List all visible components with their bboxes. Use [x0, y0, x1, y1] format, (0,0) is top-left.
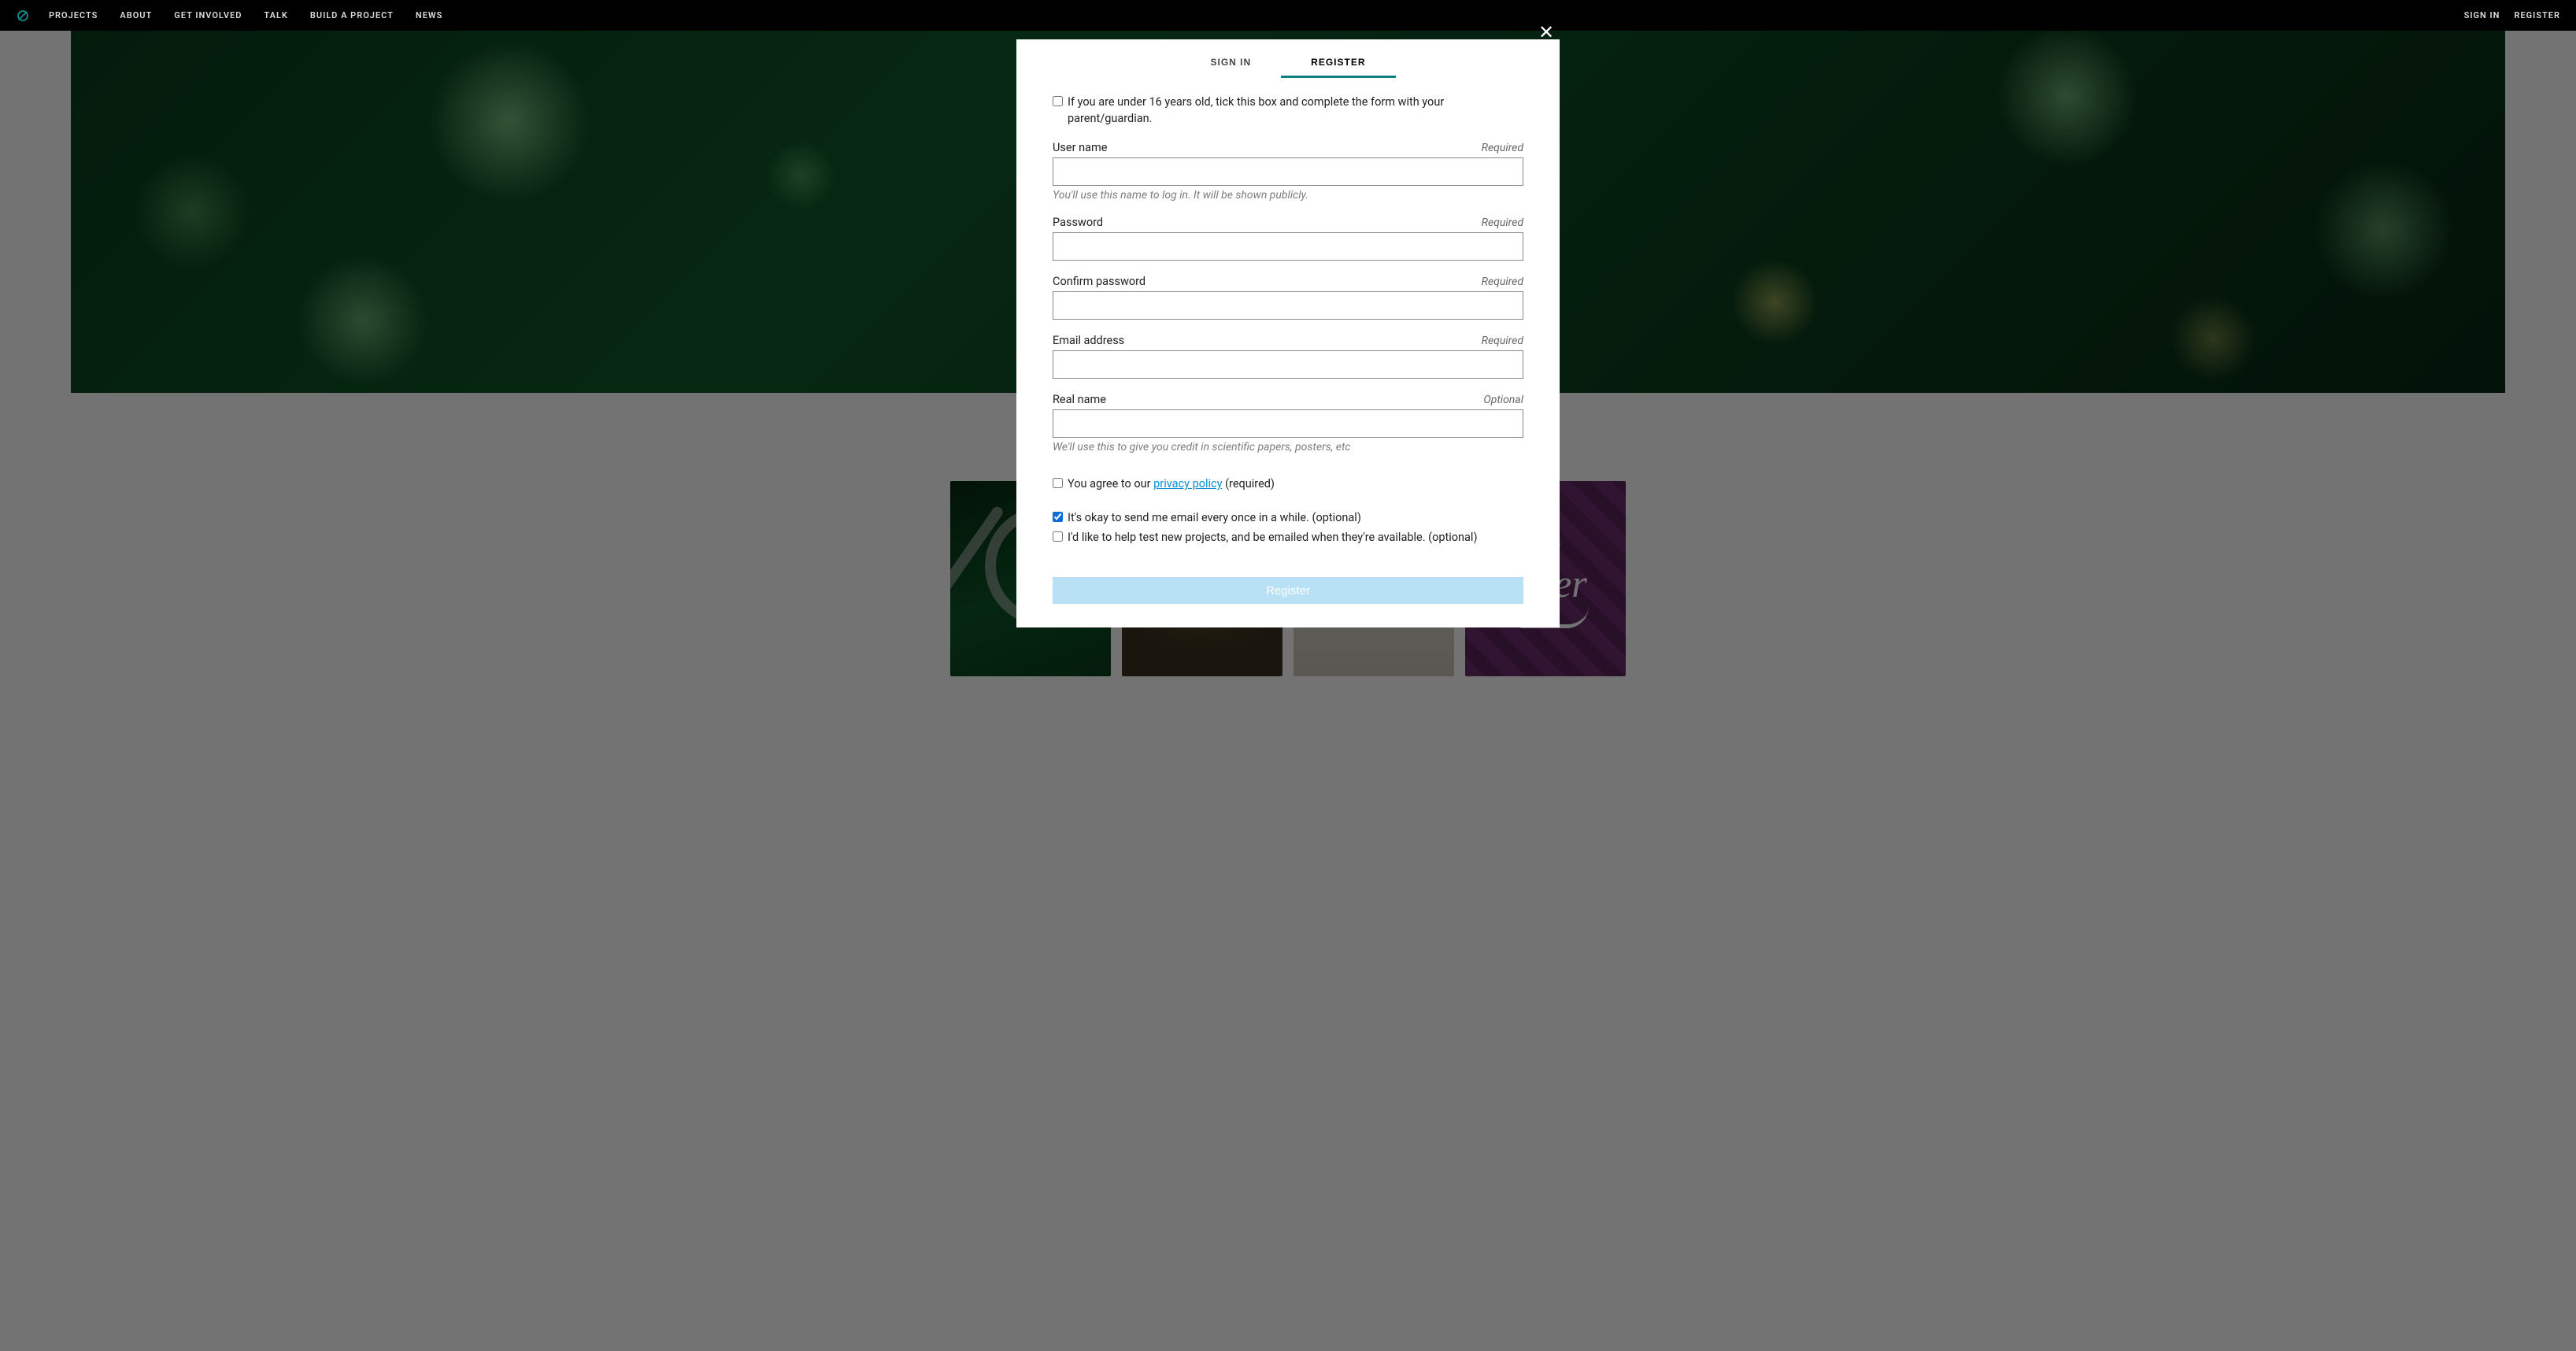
- nav-talk[interactable]: Talk: [264, 10, 287, 20]
- beta-optin-label: I'd like to help test new projects, and …: [1068, 529, 1478, 546]
- privacy-label: You agree to our privacy policy (require…: [1068, 476, 1275, 492]
- close-icon: ✕: [1538, 22, 1554, 43]
- password-field-group: Password Required: [1053, 216, 1523, 261]
- nav-get-involved[interactable]: Get Involved: [174, 10, 242, 20]
- email-label: Email address: [1053, 334, 1124, 347]
- nav-news[interactable]: News: [416, 10, 442, 20]
- auth-links: Sign in Register: [2464, 10, 2560, 20]
- privacy-pre: You agree to our: [1068, 477, 1153, 490]
- password-label: Password: [1053, 216, 1103, 229]
- confirm-password-field-group: Confirm password Required: [1053, 275, 1523, 320]
- email-optin-row[interactable]: It's okay to send me email every once in…: [1053, 509, 1523, 526]
- under16-label: If you are under 16 years old, tick this…: [1068, 94, 1523, 127]
- email-input[interactable]: [1053, 350, 1523, 379]
- auth-modal: ✕ Sign in Register If you are under 16 y…: [1016, 39, 1560, 627]
- register-form: If you are under 16 years old, tick this…: [1016, 78, 1560, 627]
- username-label: User name: [1053, 141, 1107, 154]
- privacy-policy-link[interactable]: privacy policy: [1153, 477, 1222, 490]
- realname-input[interactable]: [1053, 409, 1523, 438]
- email-required: Required: [1482, 335, 1523, 347]
- modal-close-button[interactable]: ✕: [1537, 24, 1556, 43]
- register-submit-button[interactable]: Register: [1053, 577, 1523, 604]
- site-logo[interactable]: [16, 9, 30, 23]
- logo-icon: [16, 9, 30, 23]
- realname-field-group: Real name Optional We'll use this to giv…: [1053, 393, 1523, 453]
- privacy-row[interactable]: You agree to our privacy policy (require…: [1053, 476, 1523, 492]
- nav-about[interactable]: About: [120, 10, 152, 20]
- realname-label: Real name: [1053, 393, 1106, 406]
- beta-optin-checkbox[interactable]: [1053, 531, 1063, 542]
- nav-sign-in[interactable]: Sign in: [2464, 10, 2500, 20]
- beta-optin-row[interactable]: I'd like to help test new projects, and …: [1053, 529, 1523, 546]
- password-required: Required: [1482, 217, 1523, 229]
- privacy-checkbox[interactable]: [1053, 478, 1063, 488]
- tab-sign-in[interactable]: Sign in: [1180, 57, 1281, 78]
- nav-projects[interactable]: Projects: [49, 10, 98, 20]
- auth-tabs: Sign in Register: [1016, 39, 1560, 78]
- privacy-post: (required): [1223, 477, 1275, 490]
- tab-register[interactable]: Register: [1281, 57, 1395, 78]
- under16-row[interactable]: If you are under 16 years old, tick this…: [1053, 94, 1523, 127]
- username-helper: You'll use this name to log in. It will …: [1053, 189, 1523, 202]
- email-optin-checkbox[interactable]: [1053, 512, 1063, 522]
- username-input[interactable]: [1053, 157, 1523, 186]
- confirm-password-required: Required: [1482, 276, 1523, 288]
- top-navbar: Projects About Get Involved Talk Build a…: [0, 0, 2576, 31]
- email-optin-label: It's okay to send me email every once in…: [1068, 509, 1361, 526]
- confirm-password-label: Confirm password: [1053, 275, 1146, 288]
- username-field-group: User name Required You'll use this name …: [1053, 141, 1523, 202]
- email-field-group: Email address Required: [1053, 334, 1523, 379]
- realname-optional: Optional: [1483, 394, 1523, 406]
- username-required: Required: [1482, 142, 1523, 154]
- nav-build[interactable]: Build a Project: [310, 10, 394, 20]
- password-input[interactable]: [1053, 232, 1523, 261]
- primary-nav: Projects About Get Involved Talk Build a…: [49, 10, 442, 20]
- realname-helper: We'll use this to give you credit in sci…: [1053, 441, 1523, 453]
- nav-register[interactable]: Register: [2514, 10, 2560, 20]
- confirm-password-input[interactable]: [1053, 291, 1523, 320]
- under16-checkbox[interactable]: [1053, 96, 1063, 106]
